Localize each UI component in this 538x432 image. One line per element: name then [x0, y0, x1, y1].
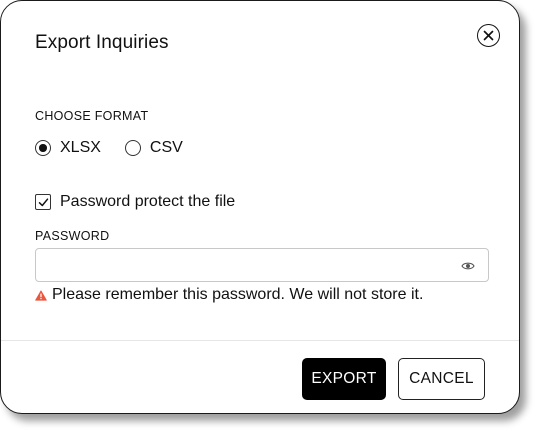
- format-option-csv[interactable]: CSV: [124, 139, 183, 157]
- format-option-xlsx[interactable]: XLSX: [35, 139, 101, 157]
- password-label: PASSWORD: [35, 229, 110, 243]
- password-field: [35, 248, 489, 282]
- warning-triangle-icon: [35, 289, 47, 301]
- csv-radio[interactable]: [124, 140, 141, 156]
- warning-text: Please remember this password. We will n…: [52, 286, 424, 303]
- toggle-password-visibility-button[interactable]: [461, 259, 475, 271]
- cancel-button[interactable]: CANCEL: [398, 358, 485, 400]
- xlsx-radio-label: XLSX: [60, 139, 101, 156]
- xlsx-radio[interactable]: [35, 140, 51, 156]
- close-button[interactable]: [477, 24, 500, 47]
- eye-icon: [461, 262, 475, 270]
- password-input[interactable]: [36, 249, 456, 281]
- stage: Export Inquiries CHOOSE FORMAT XLSX CSV: [0, 0, 538, 432]
- format-radio-group: XLSX CSV: [35, 137, 207, 159]
- format-label: CHOOSE FORMAT: [35, 109, 149, 123]
- password-protect-checkbox[interactable]: [35, 194, 51, 210]
- export-dialog: Export Inquiries CHOOSE FORMAT XLSX CSV: [0, 0, 520, 414]
- password-protect-option[interactable]: Password protect the file: [35, 193, 235, 211]
- dialog-title: Export Inquiries: [35, 32, 169, 53]
- password-protect-label: Password protect the file: [60, 193, 236, 210]
- csv-radio-label: CSV: [149, 139, 183, 156]
- checkmark-icon: [38, 197, 48, 206]
- export-button[interactable]: EXPORT: [302, 358, 386, 400]
- password-warning: Please remember this password. We will n…: [35, 286, 423, 304]
- close-icon: [483, 30, 493, 40]
- footer-divider: [1, 340, 519, 341]
